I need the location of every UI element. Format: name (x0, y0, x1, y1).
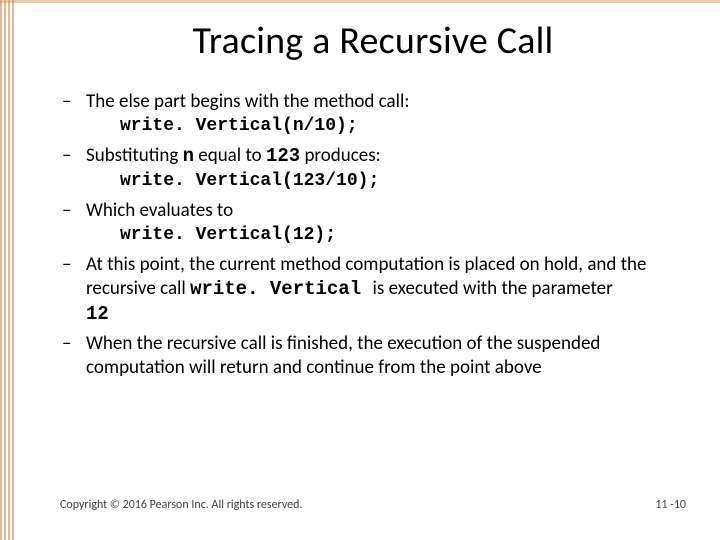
bullet-3-code: write. Vertical(12); (86, 224, 686, 247)
bullet-3: Which evaluates to write. Vertical(12); (60, 199, 686, 247)
bullet-list: The else part begins with the method cal… (60, 90, 686, 381)
slide-title: Tracing a Recursive Call (60, 18, 686, 64)
bullet-4-mid: is executed with the parameter (373, 277, 613, 300)
slide-content: Tracing a Recursive Call The else part b… (14, 0, 720, 540)
bullet-2-post: produces: (300, 144, 381, 167)
bullet-4: At this point, the current method comput… (60, 253, 686, 326)
bullet-5: When the recursive call is finished, the… (60, 332, 686, 381)
bullet-1-text: The else part begins with the method cal… (86, 90, 409, 113)
bullet-1-code: write. Vertical(n/10); (86, 115, 686, 138)
bullet-2-mid: equal to (194, 144, 266, 167)
footer: Copyright © 2016 Pearson Inc. All rights… (60, 498, 686, 512)
bullet-3-text: Which evaluates to (86, 199, 233, 222)
bullet-2-pre: Substituting (86, 144, 183, 167)
bullet-2: Substituting n equal to 123 produces: wr… (60, 144, 686, 192)
bullet-2-code: write. Vertical(123/10); (86, 170, 686, 193)
bullet-2-n: n (183, 145, 194, 167)
bullet-4-call: write. Vertical (190, 278, 372, 300)
copyright-text: Copyright © 2016 Pearson Inc. All rights… (60, 498, 302, 512)
bullet-1: The else part begins with the method cal… (60, 90, 686, 138)
left-stripe-decoration (0, 0, 14, 540)
bullet-2-num: 123 (266, 145, 300, 167)
page-number: 11 -10 (655, 498, 686, 512)
bullet-4-param: 12 (86, 303, 109, 325)
bullet-5-text: When the recursive call is finished, the… (86, 332, 600, 379)
